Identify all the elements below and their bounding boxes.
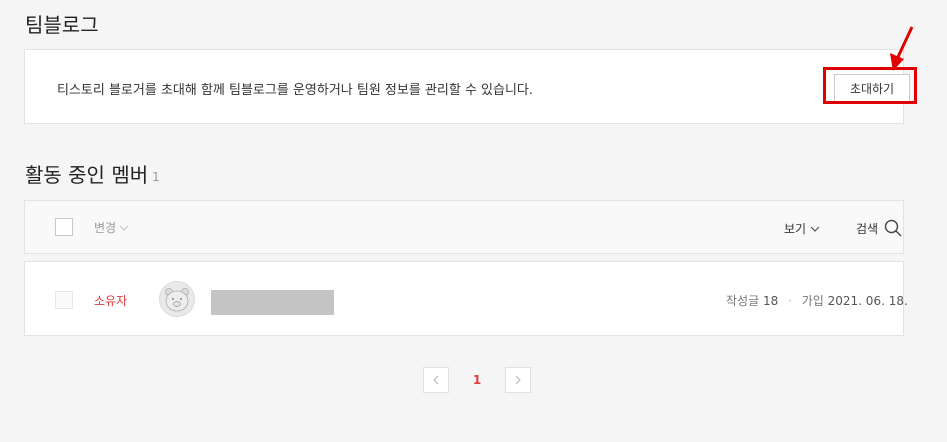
invite-button[interactable]: 초대하기 [834,74,910,102]
avatar-icon [165,288,189,312]
chevron-down-icon [810,226,820,232]
invite-panel: 티스토리 블로거를 초대해 함께 팀블로그를 운영하거나 팀원 정보를 관리할 … [24,49,910,124]
chevron-down-icon [119,225,129,231]
page-number-current[interactable]: 1 [449,373,505,387]
member-checkbox[interactable] [55,291,73,309]
chevron-left-icon [433,375,439,385]
pagination: 1 [423,367,531,393]
member-meta: 작성글 18 · 가입 2021. 06. 18. [726,292,908,309]
view-label: 보기 [784,222,807,236]
invite-description: 티스토리 블로거를 초대해 함께 팀블로그를 운영하거나 팀원 정보를 관리할 … [57,83,534,98]
prev-page-button[interactable] [423,367,449,393]
change-label: 변경 [94,221,117,235]
avatar [159,281,195,317]
view-dropdown[interactable]: 보기 [784,220,820,237]
posts-count: 18 [762,294,779,308]
member-role: 소유자 [94,294,128,308]
members-toolbar: 변경 보기 검색 [24,200,904,254]
next-page-button[interactable] [505,367,531,393]
member-name-redacted [211,290,334,315]
chevron-right-icon [515,375,521,385]
member-count: 1 [152,169,160,184]
search-button[interactable]: 검색 [856,219,902,237]
posts-label: 작성글 [726,294,760,308]
select-all-checkbox[interactable] [55,218,73,236]
join-date: 2021. 06. 18. [827,294,908,308]
search-label: 검색 [856,221,879,236]
page-title: 팀블로그 [25,13,99,37]
join-label: 가입 [801,294,824,308]
meta-separator: · [788,294,792,308]
members-section-title: 활동 중인 멤버 1 [25,165,160,185]
member-row: 소유자 작성글 18 · 가입 2021. 06. 18. [24,261,908,336]
search-icon [884,219,902,237]
change-dropdown[interactable]: 변경 [94,219,129,236]
members-title-text: 활동 중인 멤버 [25,163,149,187]
